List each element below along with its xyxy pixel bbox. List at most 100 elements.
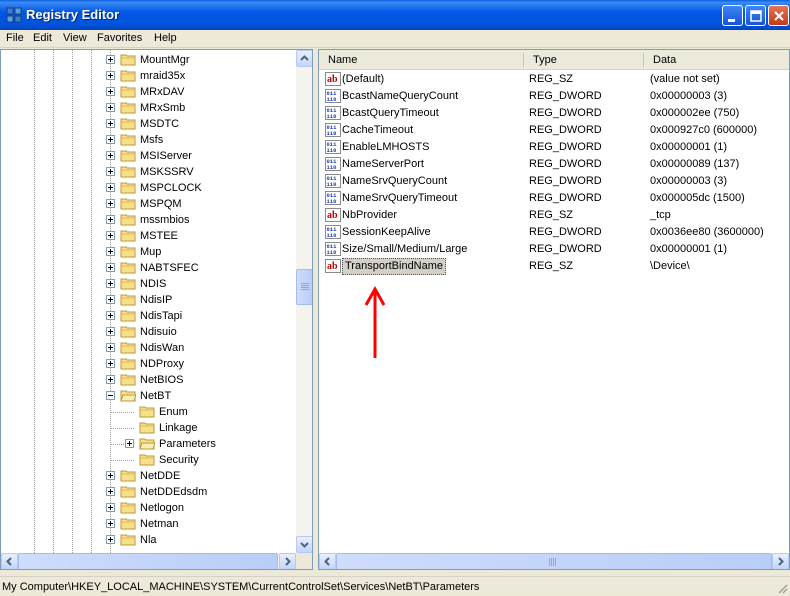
expand-icon[interactable]	[106, 247, 115, 256]
registry-value-row[interactable]: 011 110 NameSrvQueryTimeout REG_DWORD 0x0000…	[319, 190, 789, 207]
expand-icon[interactable]	[106, 311, 115, 320]
registry-value-row[interactable]: 011 110 EnableLMHOSTS REG_DWORD 0x00000001 (…	[319, 139, 789, 156]
expand-icon[interactable]	[106, 135, 115, 144]
tree-hscroll-thumb[interactable]	[18, 553, 278, 569]
folder-icon	[139, 406, 155, 418]
tree-item[interactable]: Nla	[1, 532, 296, 548]
expand-icon[interactable]	[106, 119, 115, 128]
tree-item[interactable]: mssmbios	[1, 212, 296, 228]
tree-item[interactable]: Netlogon	[1, 500, 296, 516]
registry-value-row[interactable]: 011 110 SessionKeepAlive REG_DWORD 0x0036ee8…	[319, 224, 789, 241]
list-hscroll-thumb[interactable]	[336, 553, 772, 569]
tree-item[interactable]: NdisIP	[1, 292, 296, 308]
maximize-button[interactable]	[745, 5, 766, 26]
expand-icon[interactable]	[106, 327, 115, 336]
registry-value-row[interactable]: ab TransportBindName REG_SZ \Device\	[319, 258, 789, 275]
tree-item[interactable]: Security	[1, 452, 296, 468]
column-data-header[interactable]: Data	[653, 54, 676, 66]
menu-edit[interactable]: Edit	[33, 32, 52, 44]
title-bar[interactable]: Registry Editor	[0, 0, 790, 30]
expand-icon[interactable]	[125, 439, 134, 448]
menu-help[interactable]: Help	[154, 32, 177, 44]
tree-horizontal-scrollbar[interactable]	[1, 553, 296, 569]
column-type-header[interactable]: Type	[533, 54, 557, 66]
tree-item[interactable]: NetBT	[1, 388, 296, 404]
tree-item[interactable]: MRxSmb	[1, 100, 296, 116]
tree-item[interactable]: NDIS	[1, 276, 296, 292]
tree-item[interactable]: NdisTapi	[1, 308, 296, 324]
tree-item[interactable]: NABTSFEC	[1, 260, 296, 276]
expand-icon[interactable]	[106, 359, 115, 368]
list-scroll-right-button[interactable]	[772, 553, 789, 569]
expand-icon[interactable]	[106, 167, 115, 176]
expand-icon[interactable]	[106, 55, 115, 64]
expand-icon[interactable]	[106, 279, 115, 288]
expand-icon[interactable]	[106, 151, 115, 160]
tree-item[interactable]: MountMgr	[1, 52, 296, 68]
close-button[interactable]	[768, 5, 789, 26]
tree-item-label: NDProxy	[140, 358, 185, 370]
tree-item[interactable]: Parameters	[1, 436, 296, 452]
menu-view[interactable]: View	[63, 32, 87, 44]
expand-icon[interactable]	[106, 183, 115, 192]
list-scroll-left-button[interactable]	[319, 553, 336, 569]
tree-scroll-right-button[interactable]	[279, 553, 296, 569]
expand-icon[interactable]	[106, 503, 115, 512]
tree-item[interactable]: NetDDEdsdm	[1, 484, 296, 500]
tree-item[interactable]: Netman	[1, 516, 296, 532]
registry-value-row[interactable]: 011 110 NameSrvQueryCount REG_DWORD 0x000000…	[319, 173, 789, 190]
collapse-icon[interactable]	[106, 391, 115, 400]
expand-icon[interactable]	[106, 231, 115, 240]
list-horizontal-scrollbar[interactable]	[319, 553, 789, 569]
expand-icon[interactable]	[106, 263, 115, 272]
tree-item[interactable]: MSDTC	[1, 116, 296, 132]
tree-item[interactable]: NetDDE	[1, 468, 296, 484]
tree-item[interactable]: Mup	[1, 244, 296, 260]
registry-value-row[interactable]: 011 110 Size/Small/Medium/Large REG_DWORD 0x…	[319, 241, 789, 258]
expand-icon[interactable]	[106, 87, 115, 96]
tree-item[interactable]: MRxDAV	[1, 84, 296, 100]
tree-item[interactable]: mraid35x	[1, 68, 296, 84]
menu-favorites[interactable]: Favorites	[97, 32, 142, 44]
tree-item[interactable]: MSIServer	[1, 148, 296, 164]
tree-item[interactable]: NetBIOS	[1, 372, 296, 388]
tree-item[interactable]: Msfs	[1, 132, 296, 148]
tree-scroll-thumb[interactable]	[296, 269, 312, 305]
registry-value-row[interactable]: ab NbProvider REG_SZ _tcp	[319, 207, 789, 224]
menu-file[interactable]: File	[6, 32, 24, 44]
tree-item[interactable]: Enum	[1, 404, 296, 420]
registry-value-row[interactable]: 011 110 BcastNameQueryCount REG_DWORD 0x0000…	[319, 88, 789, 105]
expand-icon[interactable]	[106, 519, 115, 528]
expand-icon[interactable]	[106, 215, 115, 224]
tree-scroll-down-button[interactable]	[296, 536, 312, 553]
tree-item[interactable]: NdisWan	[1, 340, 296, 356]
expand-icon[interactable]	[106, 199, 115, 208]
expand-icon[interactable]	[106, 71, 115, 80]
registry-value-row[interactable]: 011 110 NameServerPort REG_DWORD 0x00000089 …	[319, 156, 789, 173]
minimize-button[interactable]	[722, 5, 743, 26]
tree-item[interactable]: MSKSSRV	[1, 164, 296, 180]
tree-item[interactable]: MSPCLOCK	[1, 180, 296, 196]
registry-value-row[interactable]: ab (Default) REG_SZ (value not set)	[319, 71, 789, 88]
column-name-header[interactable]: Name	[328, 54, 357, 66]
resize-grip-icon[interactable]	[776, 582, 788, 594]
tree-item[interactable]: MSTEE	[1, 228, 296, 244]
expand-icon[interactable]	[106, 103, 115, 112]
expand-icon[interactable]	[106, 343, 115, 352]
tree-scroll-left-button[interactable]	[1, 553, 18, 569]
tree-item[interactable]: Ndisuio	[1, 324, 296, 340]
registry-tree[interactable]: MountMgr mraid35x MRxDAV MRxSmb MSDTC Msfs MSI…	[0, 49, 313, 570]
expand-icon[interactable]	[106, 471, 115, 480]
expand-icon[interactable]	[106, 535, 115, 544]
tree-scroll-up-button[interactable]	[296, 50, 312, 67]
tree-item[interactable]: Linkage	[1, 420, 296, 436]
expand-icon[interactable]	[106, 487, 115, 496]
tree-item[interactable]: MSPQM	[1, 196, 296, 212]
tree-item[interactable]: NDProxy	[1, 356, 296, 372]
values-list[interactable]: Name Type Data ab (Default) REG_SZ (value n…	[318, 49, 790, 570]
expand-icon[interactable]	[106, 375, 115, 384]
expand-icon[interactable]	[106, 295, 115, 304]
registry-value-row[interactable]: 011 110 BcastQueryTimeout REG_DWORD 0x000002…	[319, 105, 789, 122]
registry-value-row[interactable]: 011 110 CacheTimeout REG_DWORD 0x000927c0 (6…	[319, 122, 789, 139]
tree-vertical-scrollbar[interactable]	[296, 50, 312, 553]
